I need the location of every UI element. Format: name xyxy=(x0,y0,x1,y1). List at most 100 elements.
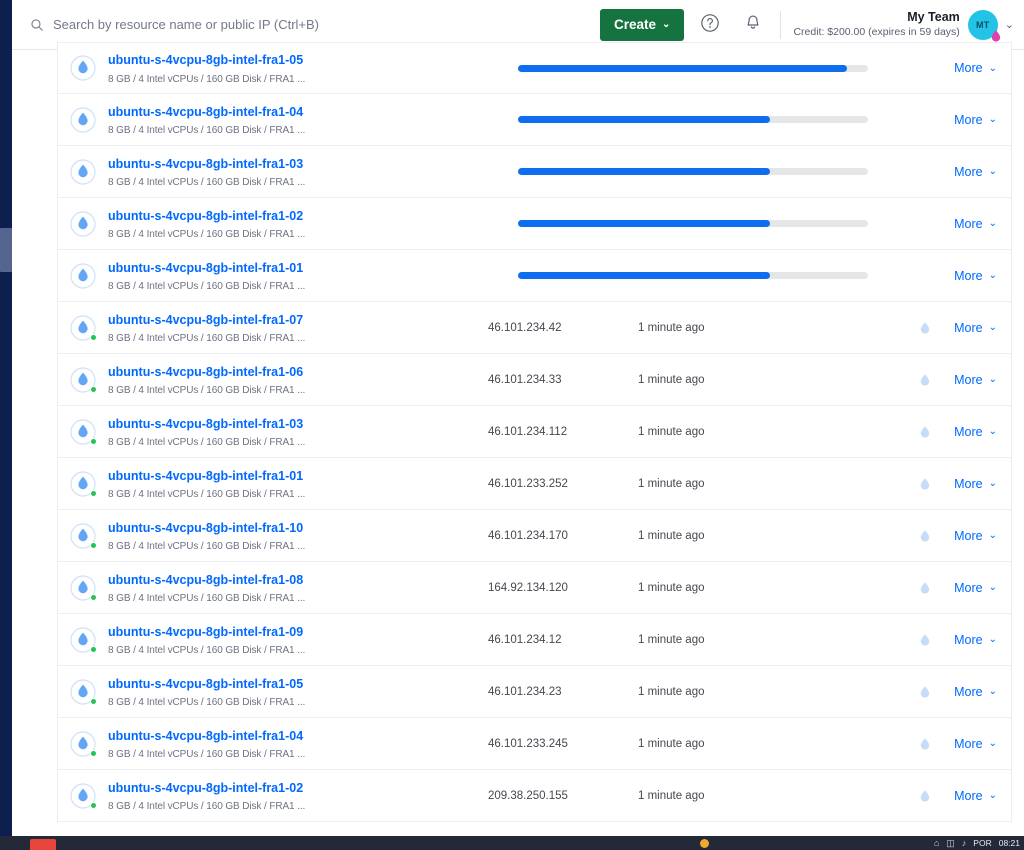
help-button[interactable] xyxy=(693,8,727,42)
row-actions: More ⌄ xyxy=(918,529,997,543)
table-row[interactable]: ubuntu-s-4vcpu-8gb-intel-fra1-05 8 GB / … xyxy=(58,42,1011,94)
droplet-avatar-icon xyxy=(70,522,97,549)
more-button[interactable]: More ⌄ xyxy=(954,685,997,699)
table-row[interactable]: ubuntu-s-4vcpu-8gb-intel-fra1-04 8 GB / … xyxy=(58,94,1011,146)
more-button[interactable]: More ⌄ xyxy=(954,113,997,127)
more-button[interactable]: More ⌄ xyxy=(954,321,997,335)
avatar[interactable]: MT xyxy=(967,9,1000,42)
row-actions: More ⌄ xyxy=(918,633,997,647)
droplet-info: ubuntu-s-4vcpu-8gb-intel-fra1-01 8 GB / … xyxy=(108,258,488,294)
droplet-name-link[interactable]: ubuntu-s-4vcpu-8gb-intel-fra1-10 xyxy=(108,520,303,536)
droplet-name-link[interactable]: ubuntu-s-4vcpu-8gb-intel-fra1-09 xyxy=(108,624,303,640)
more-button[interactable]: More ⌄ xyxy=(954,737,997,751)
droplet-name-link[interactable]: ubuntu-s-4vcpu-8gb-intel-fra1-01 xyxy=(108,260,303,276)
table-row[interactable]: ubuntu-s-4vcpu-8gb-intel-fra1-04 8 GB / … xyxy=(58,718,1011,770)
team-info[interactable]: My Team Credit: $200.00 (expires in 59 d… xyxy=(793,10,967,40)
notifications-button[interactable] xyxy=(736,8,770,42)
taskbar-clock[interactable]: 08:21 xyxy=(999,838,1020,848)
droplet-tag-icon xyxy=(918,685,932,699)
droplet-info: ubuntu-s-4vcpu-8gb-intel-fra1-04 8 GB / … xyxy=(108,102,488,138)
row-actions: More ⌄ xyxy=(918,789,997,803)
droplet-created: 1 minute ago xyxy=(638,633,705,646)
page-scrollbar-thumb[interactable] xyxy=(0,228,12,272)
more-button[interactable]: More ⌄ xyxy=(954,477,997,491)
droplet-name-link[interactable]: ubuntu-s-4vcpu-8gb-intel-fra1-03 xyxy=(108,156,303,172)
chevron-down-icon: ⌄ xyxy=(988,166,997,177)
table-row[interactable]: ubuntu-s-4vcpu-8gb-intel-fra1-01 8 GB / … xyxy=(58,250,1011,302)
status-dot-active xyxy=(90,801,97,809)
droplet-spec: 8 GB / 4 Intel vCPUs / 160 GB Disk / FRA… xyxy=(108,177,306,189)
droplet-avatar-icon xyxy=(70,730,97,757)
create-button[interactable]: Create ⌄ xyxy=(600,8,685,41)
droplet-name-link[interactable]: ubuntu-s-4vcpu-8gb-intel-fra1-03 xyxy=(108,416,303,432)
table-row[interactable]: ubuntu-s-4vcpu-8gb-intel-fra1-02 8 GB / … xyxy=(58,770,1011,822)
droplet-tag-icon xyxy=(918,633,932,647)
more-button-label: More xyxy=(954,268,983,283)
taskbar-app-icon[interactable] xyxy=(30,839,56,850)
droplet-created: 1 minute ago xyxy=(638,373,705,386)
volume-icon[interactable]: ♪ xyxy=(962,838,967,848)
droplet-name-link[interactable]: ubuntu-s-4vcpu-8gb-intel-fra1-02 xyxy=(108,208,303,224)
table-row[interactable]: ubuntu-s-4vcpu-8gb-intel-fra1-07 8 GB / … xyxy=(58,302,1011,354)
droplet-info: ubuntu-s-4vcpu-8gb-intel-fra1-09 8 GB / … xyxy=(108,622,488,658)
table-row[interactable]: ubuntu-s-4vcpu-8gb-intel-fra1-02 8 GB / … xyxy=(58,198,1011,250)
droplet-tag-icon xyxy=(918,373,932,387)
status-dot-active xyxy=(90,541,97,549)
more-button[interactable]: More ⌄ xyxy=(954,789,997,803)
more-button[interactable]: More ⌄ xyxy=(954,581,997,595)
droplet-name-link[interactable]: ubuntu-s-4vcpu-8gb-intel-fra1-05 xyxy=(108,676,303,692)
table-row[interactable]: ubuntu-s-4vcpu-8gb-intel-fra1-01 8 GB / … xyxy=(58,458,1011,510)
droplet-spec: 8 GB / 4 Intel vCPUs / 160 GB Disk / FRA… xyxy=(108,385,306,397)
droplet-name-link[interactable]: ubuntu-s-4vcpu-8gb-intel-fra1-04 xyxy=(108,104,303,120)
search-input[interactable] xyxy=(53,17,473,32)
more-button-label: More xyxy=(954,476,983,491)
more-button[interactable]: More ⌄ xyxy=(954,61,997,75)
account-chevron-down-icon[interactable]: ⌄ xyxy=(1005,18,1014,31)
droplet-name-link[interactable]: ubuntu-s-4vcpu-8gb-intel-fra1-08 xyxy=(108,572,303,588)
table-row[interactable]: ubuntu-s-4vcpu-8gb-intel-fra1-03 8 GB / … xyxy=(58,146,1011,198)
wifi-icon[interactable]: ⌂ xyxy=(934,838,939,848)
chevron-down-icon: ⌄ xyxy=(988,686,997,697)
table-row[interactable]: ubuntu-s-4vcpu-8gb-intel-fra1-03 8 GB / … xyxy=(58,406,1011,458)
more-button[interactable]: More ⌄ xyxy=(954,633,997,647)
more-button[interactable]: More ⌄ xyxy=(954,373,997,387)
chevron-down-icon: ⌄ xyxy=(988,530,997,541)
more-button[interactable]: More ⌄ xyxy=(954,529,997,543)
more-button[interactable]: More ⌄ xyxy=(954,425,997,439)
more-button-label: More xyxy=(954,736,983,751)
more-button[interactable]: More ⌄ xyxy=(954,217,997,231)
row-actions: More ⌄ xyxy=(918,321,997,335)
droplet-name-link[interactable]: ubuntu-s-4vcpu-8gb-intel-fra1-05 xyxy=(108,52,303,68)
droplet-ip: 46.101.234.42 xyxy=(488,321,562,334)
table-row[interactable]: ubuntu-s-4vcpu-8gb-intel-fra1-10 8 GB / … xyxy=(58,510,1011,562)
droplet-info: ubuntu-s-4vcpu-8gb-intel-fra1-10 8 GB / … xyxy=(108,518,488,554)
droplet-avatar-icon xyxy=(70,366,97,393)
more-button-label: More xyxy=(954,424,983,439)
droplet-name-link[interactable]: ubuntu-s-4vcpu-8gb-intel-fra1-07 xyxy=(108,312,303,328)
more-button-label: More xyxy=(954,528,983,543)
browser-page: Create ⌄ xyxy=(12,0,1024,838)
progress-track xyxy=(518,272,868,279)
droplet-name-link[interactable]: ubuntu-s-4vcpu-8gb-intel-fra1-04 xyxy=(108,728,303,744)
status-dot-active xyxy=(90,593,97,601)
droplet-name-link[interactable]: ubuntu-s-4vcpu-8gb-intel-fra1-02 xyxy=(108,780,303,796)
more-button[interactable]: More ⌄ xyxy=(954,269,997,283)
chevron-down-icon: ⌄ xyxy=(988,322,997,333)
chevron-down-icon: ⌄ xyxy=(988,218,997,229)
battery-icon[interactable]: ◫ xyxy=(946,838,955,849)
taskbar-notification[interactable] xyxy=(700,836,709,850)
table-row[interactable]: ubuntu-s-4vcpu-8gb-intel-fra1-05 8 GB / … xyxy=(58,666,1011,718)
table-row[interactable]: ubuntu-s-4vcpu-8gb-intel-fra1-09 8 GB / … xyxy=(58,614,1011,666)
droplet-created: 1 minute ago xyxy=(638,321,705,334)
droplet-spec: 8 GB / 4 Intel vCPUs / 160 GB Disk / FRA… xyxy=(108,697,306,709)
row-actions: More ⌄ xyxy=(918,477,997,491)
more-button[interactable]: More ⌄ xyxy=(954,165,997,179)
droplet-name-link[interactable]: ubuntu-s-4vcpu-8gb-intel-fra1-06 xyxy=(108,364,303,380)
droplet-name-link[interactable]: ubuntu-s-4vcpu-8gb-intel-fra1-01 xyxy=(108,468,303,484)
table-row[interactable]: ubuntu-s-4vcpu-8gb-intel-fra1-06 8 GB / … xyxy=(58,354,1011,406)
table-row[interactable]: ubuntu-s-4vcpu-8gb-intel-fra1-08 8 GB / … xyxy=(58,562,1011,614)
droplet-spec: 8 GB / 4 Intel vCPUs / 160 GB Disk / FRA… xyxy=(108,801,306,813)
droplet-tag-icon xyxy=(918,477,932,491)
taskbar-language[interactable]: POR xyxy=(973,838,991,848)
droplet-created: 1 minute ago xyxy=(638,477,705,490)
